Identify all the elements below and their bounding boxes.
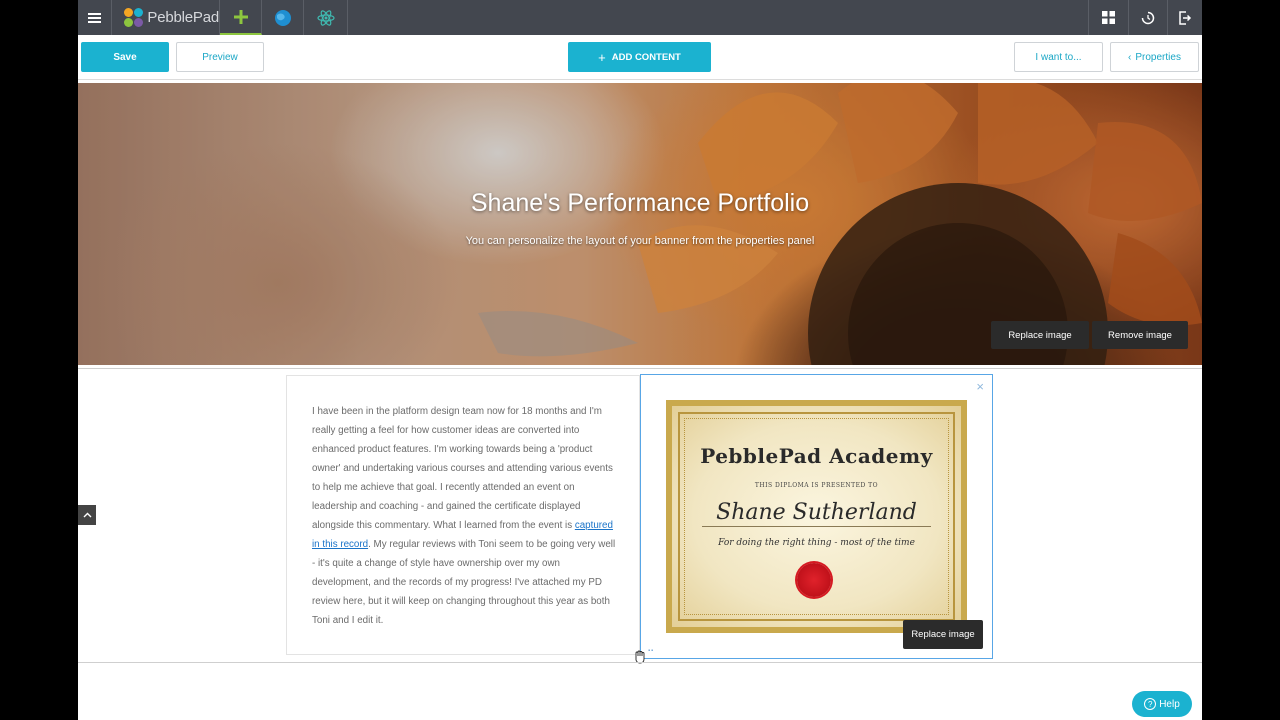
create-icon: [233, 9, 248, 24]
divider: [78, 662, 1202, 663]
replace-banner-image-button[interactable]: Replace image: [991, 321, 1089, 349]
exit-icon: [1179, 10, 1192, 25]
menu-button[interactable]: [78, 0, 112, 35]
banner-subtitle[interactable]: You can personalize the layout of your b…: [78, 235, 1202, 247]
collapse-panel-button[interactable]: [78, 505, 96, 525]
top-navigation-bar: PebblePad: [78, 0, 1202, 35]
properties-button[interactable]: ‹ Properties: [1110, 42, 1199, 72]
logo-text: PebblePad: [147, 9, 219, 26]
chevron-up-icon: [83, 512, 91, 518]
certificate-academy: PebblePad Academy: [700, 444, 933, 468]
certificate-image: PebblePad Academy THIS DIPLOMA IS PRESEN…: [666, 400, 983, 649]
banner-title[interactable]: Shane's Performance Portfolio: [78, 189, 1202, 218]
text-content-block[interactable]: I have been in the platform design team …: [286, 375, 640, 655]
red-seal-icon: [797, 563, 831, 597]
editor-toolbar: Save Preview + ADD CONTENT I want to... …: [78, 35, 1202, 80]
preview-button[interactable]: Preview: [176, 42, 264, 72]
history-icon: [1141, 11, 1155, 24]
add-content-button[interactable]: + ADD CONTENT: [568, 42, 711, 72]
help-label: Help: [1159, 698, 1180, 710]
grid-icon: [1102, 11, 1115, 24]
commentary-text-part2: . My regular reviews with Toni seem to b…: [312, 539, 616, 626]
properties-label: Properties: [1135, 51, 1181, 63]
atom-icon: [316, 9, 335, 26]
certificate-presented: THIS DIPLOMA IS PRESENTED TO: [754, 482, 879, 489]
atom-tab[interactable]: [304, 0, 348, 35]
app-window: PebblePad Save Preview + ADD CONTENT I w…: [78, 0, 1202, 720]
replace-banner-label: Replace image: [1008, 329, 1072, 341]
preview-label: Preview: [202, 51, 238, 63]
certificate-line: [702, 526, 931, 527]
save-button[interactable]: Save: [81, 42, 169, 72]
save-label: Save: [113, 51, 137, 63]
remove-banner-label: Remove image: [1108, 329, 1172, 341]
divider: [78, 368, 1202, 369]
portfolio-banner: Shane's Performance Portfolio You can pe…: [78, 83, 1202, 365]
i-want-to-button[interactable]: I want to...: [1014, 42, 1103, 72]
history-button[interactable]: [1128, 0, 1167, 35]
commentary-text-part1: I have been in the platform design team …: [312, 406, 613, 531]
add-content-label: ADD CONTENT: [611, 51, 681, 63]
globe-icon: [274, 9, 291, 26]
remove-banner-image-button[interactable]: Remove image: [1092, 321, 1188, 349]
resize-handle-icon[interactable]: ⣀: [647, 641, 654, 652]
hamburger-icon: [88, 12, 101, 23]
replace-image-label: Replace image: [911, 629, 975, 640]
replace-image-button[interactable]: Replace image: [903, 620, 983, 649]
globe-tab[interactable]: [262, 0, 304, 35]
pebblepad-logo-icon: [124, 7, 143, 28]
pebblepad-logo[interactable]: PebblePad: [112, 0, 220, 35]
create-tab[interactable]: [220, 0, 262, 35]
certificate-motto: For doing the right thing - most of the …: [718, 538, 915, 548]
question-icon: ?: [1144, 698, 1157, 710]
logout-button[interactable]: [1167, 0, 1202, 35]
help-button[interactable]: ? Help: [1132, 691, 1192, 717]
close-icon[interactable]: ×: [976, 380, 984, 393]
plus-icon: +: [598, 49, 606, 65]
apps-grid-button[interactable]: [1088, 0, 1128, 35]
commentary-text[interactable]: I have been in the platform design team …: [312, 402, 617, 630]
chevron-left-icon: ‹: [1128, 51, 1132, 63]
i-want-to-label: I want to...: [1035, 51, 1082, 63]
image-content-block[interactable]: × PebblePad Academy THIS DIPLOMA IS PRES…: [640, 374, 993, 659]
certificate-name: Shane Sutherland: [716, 500, 917, 525]
